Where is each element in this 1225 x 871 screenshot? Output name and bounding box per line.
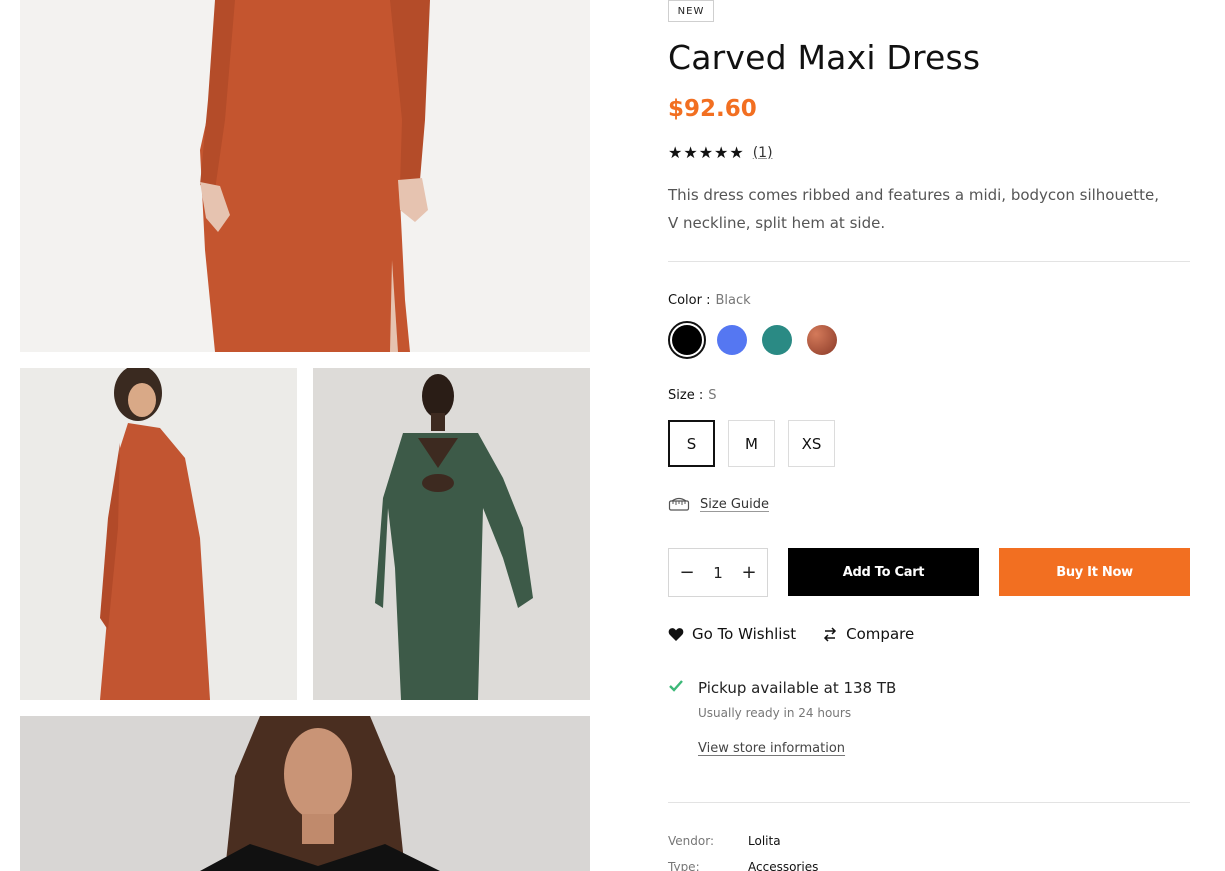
product-title: Carved Maxi Dress — [668, 38, 981, 77]
buy-now-button[interactable]: Buy It Now — [999, 548, 1190, 596]
size-option-xs[interactable]: XS — [788, 420, 835, 467]
rating: ★★★★★ (1) — [668, 143, 773, 162]
compare-link[interactable]: Compare — [822, 625, 914, 643]
divider — [668, 802, 1190, 803]
selected-color: Black — [715, 293, 751, 308]
wishlist-link[interactable]: Go To Wishlist — [668, 625, 796, 643]
product-image-black[interactable] — [20, 716, 590, 871]
pickup-info: Pickup available at 138 TB Usually ready… — [668, 678, 897, 756]
size-label: Size :S — [668, 388, 717, 403]
color-swatches — [668, 321, 848, 359]
selected-size: S — [708, 388, 717, 403]
review-count-link[interactable]: (1) — [753, 145, 773, 161]
type-value[interactable]: Accessories — [748, 860, 818, 871]
new-badge: NEW — [668, 0, 714, 22]
product-description: This dress comes ribbed and features a m… — [668, 186, 1159, 232]
compare-icon — [822, 626, 838, 642]
check-icon — [668, 678, 684, 697]
size-option-s[interactable]: S — [668, 420, 715, 467]
size-option-m[interactable]: M — [728, 420, 775, 467]
pickup-text: Pickup available at 138 TB — [698, 678, 897, 697]
swatch-blue[interactable] — [713, 321, 751, 359]
swatch-black[interactable] — [668, 321, 706, 359]
product-info: NEW Carved Maxi Dress $92.60 ★★★★★ (1) T… — [668, 0, 1190, 871]
minus-icon[interactable]: − — [677, 562, 697, 583]
pickup-ready-text: Usually ready in 24 hours — [698, 706, 852, 720]
color-label: Color : Black — [668, 293, 751, 308]
plus-icon[interactable]: + — [739, 562, 759, 583]
size-guide-link[interactable]: Size Guide — [668, 496, 769, 512]
quantity-stepper: − 1 + — [668, 548, 768, 597]
divider — [668, 261, 1190, 262]
type-row: Type: Accessories — [668, 860, 818, 871]
vendor-label: Vendor: — [668, 834, 714, 848]
size-options: S M XS — [668, 420, 848, 467]
product-actions: Go To Wishlist Compare — [668, 625, 940, 643]
vendor-row: Vendor: Lolita — [668, 834, 781, 848]
view-store-link[interactable]: View store information — [698, 741, 845, 756]
size-guide-icon — [668, 497, 690, 511]
swatch-teal[interactable] — [758, 321, 796, 359]
product-image-main[interactable] — [20, 0, 590, 352]
product-image-green[interactable] — [313, 368, 590, 700]
swatch-rust[interactable] — [803, 321, 841, 359]
type-label: Type: — [668, 860, 700, 871]
heart-icon — [668, 627, 684, 642]
product-image-back[interactable] — [20, 368, 297, 700]
add-to-cart-button[interactable]: Add To Cart — [788, 548, 979, 596]
star-rating-icon: ★★★★★ — [668, 143, 745, 162]
quantity-value[interactable]: 1 — [713, 564, 723, 582]
vendor-value[interactable]: Lolita — [748, 834, 781, 848]
product-price: $92.60 — [668, 96, 757, 122]
